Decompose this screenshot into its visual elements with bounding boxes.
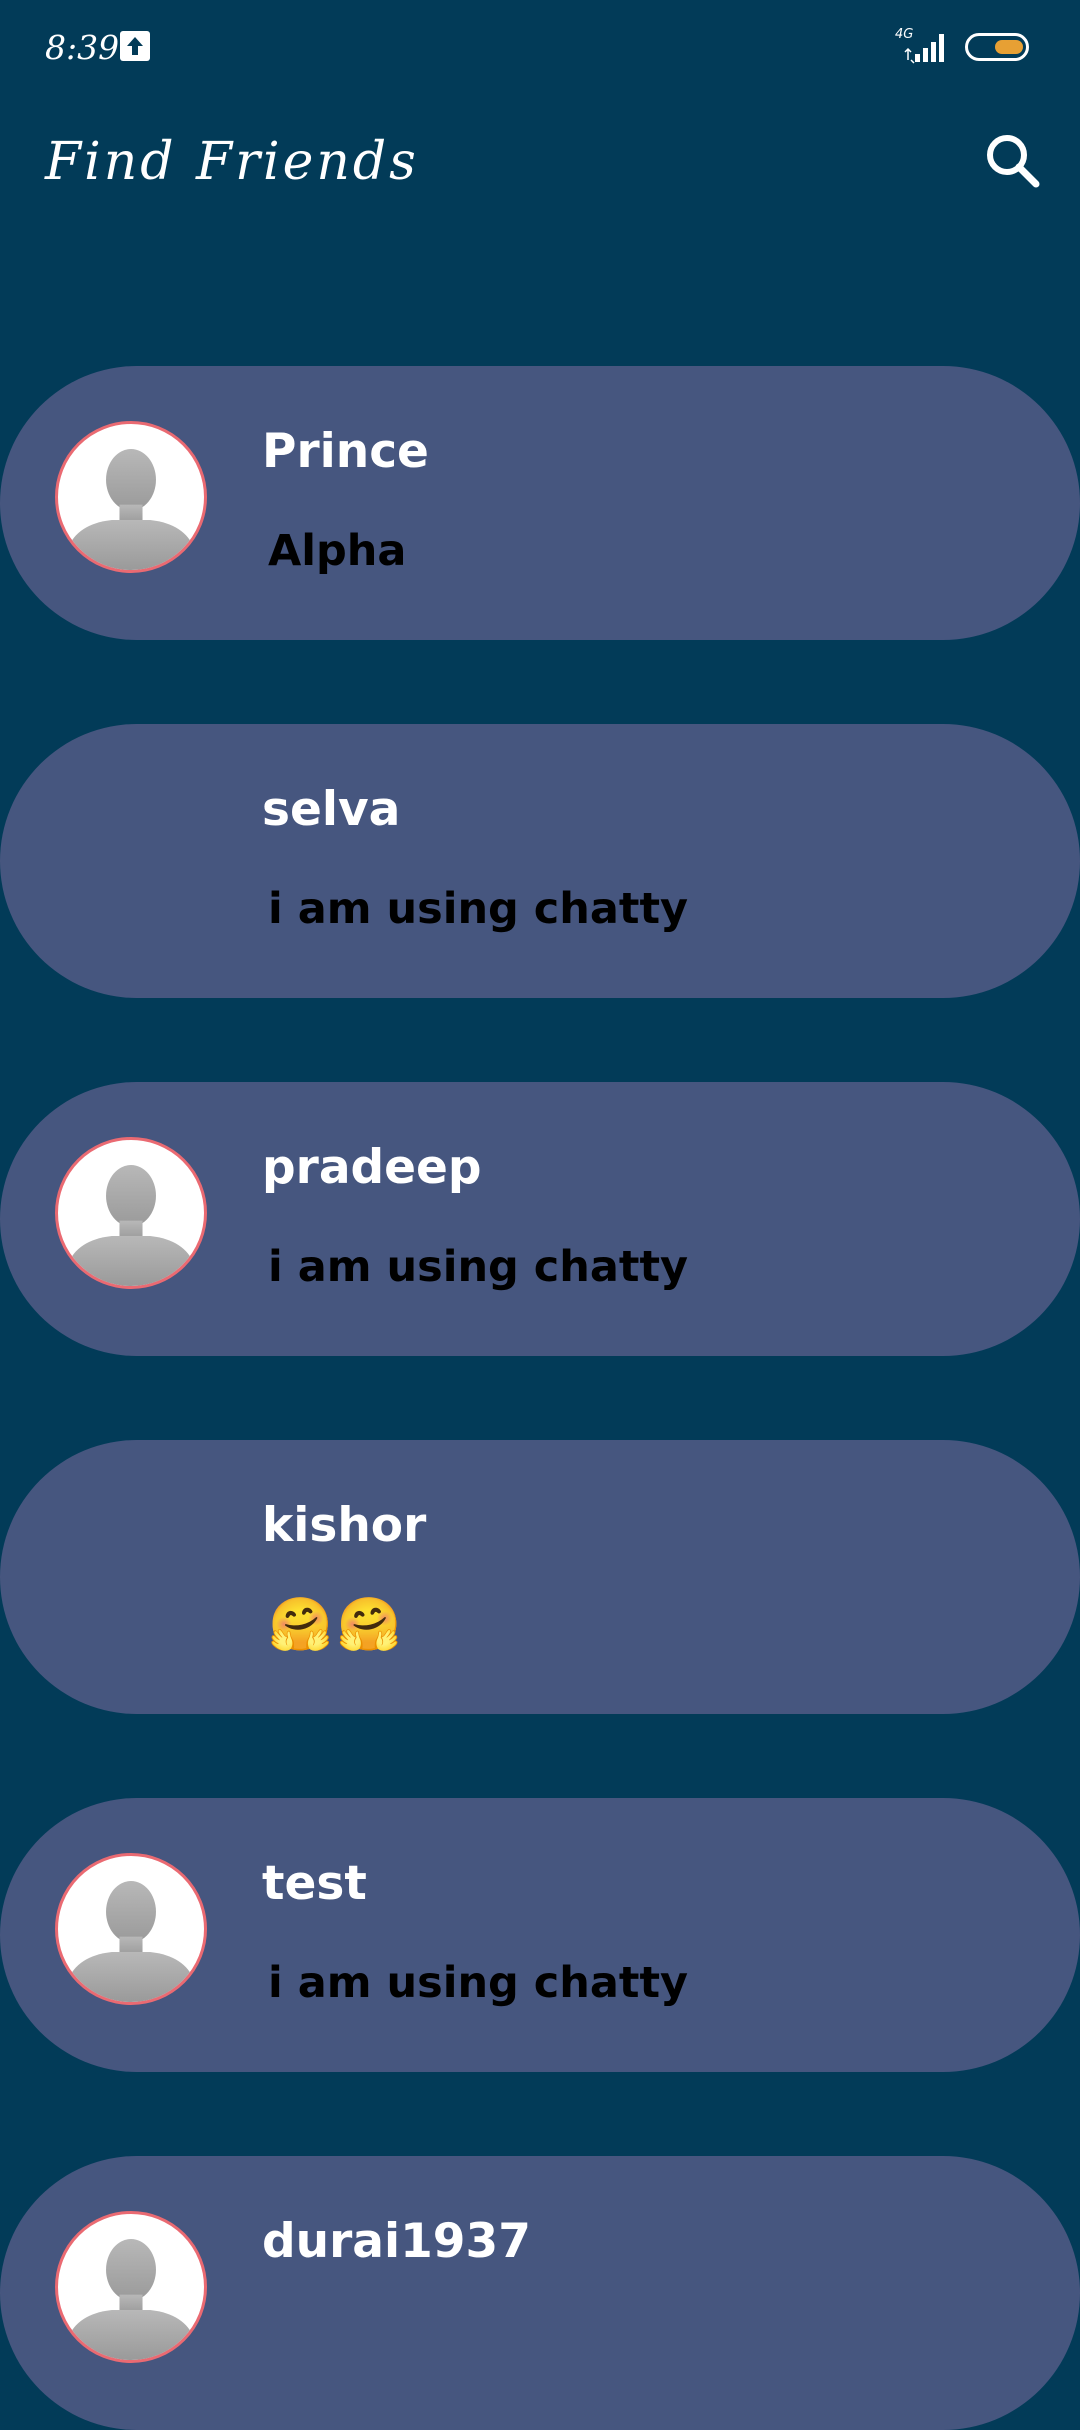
person-silhouette-icon [67, 1880, 195, 2002]
friend-status: 🤗🤗 [268, 1595, 406, 1655]
friend-card[interactable]: selva i am using chatty [0, 724, 1080, 998]
friend-card[interactable]: Prince Alpha [0, 366, 1080, 640]
battery-level [995, 40, 1023, 54]
friend-name: selva [262, 782, 401, 837]
app-bar: Find Friends [0, 96, 1080, 236]
search-button[interactable] [978, 126, 1048, 196]
friend-status: i am using chatty [268, 1242, 689, 1292]
upload-icon [120, 31, 150, 61]
friend-card[interactable]: durai1937 [0, 2156, 1080, 2430]
friend-card[interactable]: kishor 🤗🤗 [0, 1440, 1080, 1714]
friend-name: durai1937 [262, 2214, 531, 2269]
search-icon [987, 135, 1040, 188]
friend-status: Alpha [268, 526, 407, 576]
person-silhouette-icon [67, 448, 195, 570]
page-title: Find Friends [45, 132, 419, 192]
avatar[interactable] [55, 421, 207, 573]
status-time: 8:39 [45, 28, 120, 67]
person-silhouette-icon [67, 1164, 195, 1286]
person-silhouette-icon [67, 2238, 195, 2360]
friend-name: kishor [262, 1498, 427, 1553]
friend-status: i am using chatty [268, 1958, 689, 2008]
avatar[interactable] [55, 2211, 207, 2363]
status-bar: 8:39 4G [0, 0, 1080, 96]
friend-card[interactable]: test i am using chatty [0, 1798, 1080, 2072]
avatar[interactable] [55, 1137, 207, 1289]
friend-name: Prince [262, 424, 429, 479]
avatar[interactable] [55, 1853, 207, 2005]
friend-card[interactable]: pradeep i am using chatty [0, 1082, 1080, 1356]
battery-icon [965, 33, 1029, 61]
signal-icon [903, 30, 951, 64]
friend-status: i am using chatty [268, 884, 689, 934]
friend-name: pradeep [262, 1140, 482, 1195]
friend-name: test [262, 1856, 367, 1911]
